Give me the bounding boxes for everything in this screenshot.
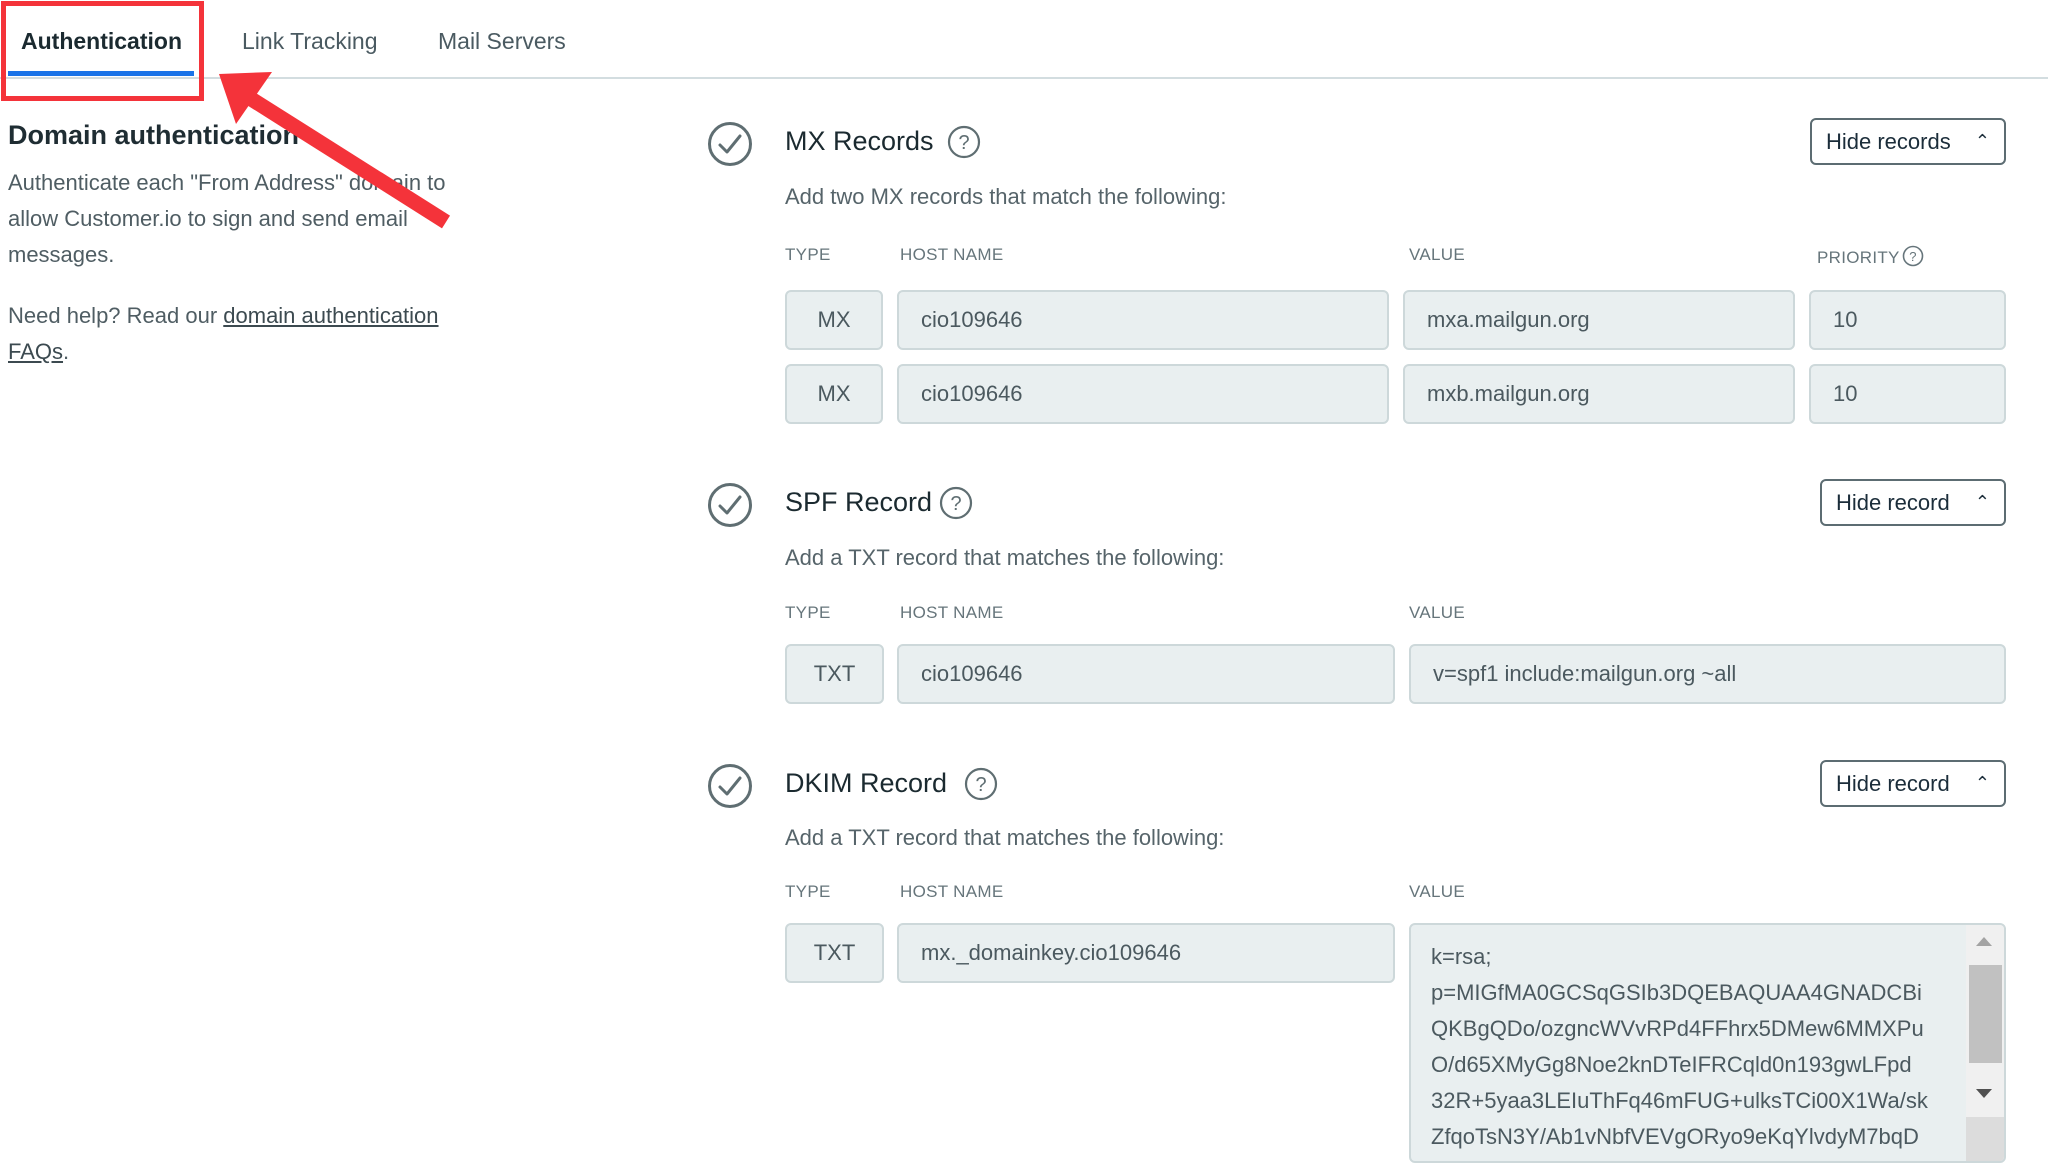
- priority-label: PRIORITY: [1817, 248, 1900, 267]
- chevron-up-icon: ⌃: [1974, 773, 1990, 793]
- help-suffix: .: [63, 339, 70, 364]
- col-header-host: HOST NAME: [900, 882, 1004, 901]
- dkim-value-line: 32R+5yaa3LEIuThFq46mFUG+ulksTCi00X1Wa/sk: [1431, 1088, 1928, 1113]
- svg-text:?: ?: [975, 774, 986, 796]
- help-text: Need help? Read our domain authenticatio…: [8, 298, 498, 370]
- scroll-down-arrow-icon[interactable]: [1976, 1089, 1992, 1098]
- scrollbar-thumb[interactable]: [1969, 965, 2002, 1063]
- dkim-host-field[interactable]: mx._domainkey.cio109646: [897, 923, 1395, 983]
- tab-mail-servers[interactable]: Mail Servers: [438, 28, 566, 55]
- scroll-up-arrow-icon[interactable]: [1976, 937, 1992, 946]
- tab-bar: Authentication Link Tracking Mail Server…: [0, 0, 2048, 79]
- check-circle-icon: [708, 122, 752, 166]
- dkim-value-text: k=rsa; p=MIGfMA0GCSqGSIb3DQEBAQUAA4GNADC…: [1431, 939, 1951, 1155]
- resize-handle-icon[interactable]: [1966, 1117, 2004, 1161]
- mx-priority-field[interactable]: 10: [1809, 290, 2006, 350]
- svg-text:?: ?: [1909, 249, 1917, 264]
- col-header-value: VALUE: [1409, 882, 1465, 901]
- col-header-priority: PRIORITY?: [1817, 245, 1924, 268]
- chevron-up-icon: ⌃: [1974, 492, 1990, 512]
- dkim-value-line: ZfqoTsN3Y/Ab1vNbfVEVgORyo9eKqYlvdyM7bqD: [1431, 1124, 1919, 1149]
- hide-record-label: Hide record: [1836, 771, 1950, 796]
- svg-text:?: ?: [950, 493, 961, 515]
- help-icon[interactable]: ?: [947, 125, 981, 159]
- check-circle-icon: [708, 764, 752, 808]
- mx-host-field[interactable]: cio109646: [897, 364, 1389, 424]
- dkim-value-textarea[interactable]: k=rsa; p=MIGfMA0GCSqGSIb3DQEBAQUAA4GNADC…: [1409, 923, 2006, 1163]
- priority-help-icon[interactable]: ?: [1902, 245, 1924, 267]
- dkim-type-field[interactable]: TXT: [785, 923, 884, 983]
- mx-host-field[interactable]: cio109646: [897, 290, 1389, 350]
- annotation-highlight-box: [1, 1, 204, 101]
- section-heading: Domain authentication: [8, 120, 300, 150]
- col-header-type: TYPE: [785, 245, 831, 264]
- dkim-instructions: Add a TXT record that matches the follow…: [785, 825, 1225, 850]
- col-header-value: VALUE: [1409, 245, 1465, 264]
- spf-instructions: Add a TXT record that matches the follow…: [785, 545, 1225, 570]
- spf-type-field[interactable]: TXT: [785, 644, 884, 704]
- col-header-host: HOST NAME: [900, 603, 1004, 622]
- hide-records-label: Hide records: [1826, 129, 1951, 154]
- mx-priority-field[interactable]: 10: [1809, 364, 2006, 424]
- dkim-value-line: p=MIGfMA0GCSqGSIb3DQEBAQUAA4GNADCBi: [1431, 980, 1922, 1005]
- spf-host-field[interactable]: cio109646: [897, 644, 1395, 704]
- section-description: Authenticate each "From Address" domain …: [8, 170, 446, 267]
- help-prefix: Need help? Read our: [8, 303, 224, 328]
- mx-type-field[interactable]: MX: [785, 290, 883, 350]
- col-header-type: TYPE: [785, 603, 831, 622]
- mx-type-field[interactable]: MX: [785, 364, 883, 424]
- spf-record-title: SPF Record: [785, 487, 933, 517]
- mx-records-title: MX Records: [785, 126, 934, 156]
- mx-value-field[interactable]: mxa.mailgun.org: [1403, 290, 1795, 350]
- hide-record-label: Hide record: [1836, 490, 1950, 515]
- tab-link-tracking[interactable]: Link Tracking: [242, 28, 378, 55]
- dkim-record-title: DKIM Record: [785, 768, 948, 798]
- hide-spf-record-button[interactable]: Hide record ⌃: [1820, 479, 2006, 526]
- help-icon[interactable]: ?: [939, 486, 973, 520]
- spf-value-field[interactable]: v=spf1 include:mailgun.org ~all: [1409, 644, 2006, 704]
- mx-value-field[interactable]: mxb.mailgun.org: [1403, 364, 1795, 424]
- check-circle-icon: [708, 483, 752, 527]
- dkim-value-line: QKBgQDo/ozgncWVvRPd4FFhrx5DMew6MMXPu: [1431, 1016, 1924, 1041]
- dkim-value-line: k=rsa;: [1431, 944, 1492, 969]
- chevron-up-icon: ⌃: [1974, 131, 1990, 151]
- col-header-value: VALUE: [1409, 603, 1465, 622]
- help-icon[interactable]: ?: [964, 767, 998, 801]
- dkim-value-line: O/d65XMyGg8Noe2knDTeIFRCqld0n193gwLFpd: [1431, 1052, 1912, 1077]
- svg-text:?: ?: [958, 132, 969, 154]
- mx-instructions: Add two MX records that match the follow…: [785, 184, 1227, 209]
- col-header-type: TYPE: [785, 882, 831, 901]
- col-header-host: HOST NAME: [900, 245, 1004, 264]
- hide-mx-records-button[interactable]: Hide records ⌃: [1810, 118, 2006, 165]
- hide-dkim-record-button[interactable]: Hide record ⌃: [1820, 760, 2006, 807]
